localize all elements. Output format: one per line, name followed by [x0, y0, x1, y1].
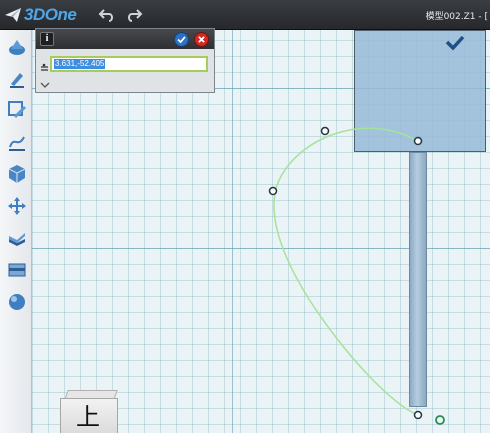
cube-icon[interactable] — [6, 163, 28, 185]
basic-shapes-icon[interactable] — [6, 36, 28, 58]
curve-icon[interactable] — [6, 131, 28, 153]
sphere-icon[interactable] — [6, 291, 28, 313]
curve-control-point[interactable] — [413, 410, 423, 420]
pencil-icon[interactable] — [6, 67, 28, 89]
curve-end-point[interactable] — [435, 415, 445, 425]
undo-icon[interactable] — [98, 6, 116, 24]
left-toolbar — [0, 30, 32, 433]
logo-text: 3DOne — [24, 5, 77, 24]
app-logo: 3DOne — [4, 5, 77, 25]
coordinate-input[interactable]: 3.631,-52.405 — [50, 56, 208, 72]
dialog-header: i — [36, 29, 214, 49]
sketch-edit-icon[interactable] — [6, 99, 28, 121]
combine-icon[interactable] — [6, 227, 28, 249]
logo-plane-icon — [5, 8, 21, 22]
curve-control-point[interactable] — [320, 126, 330, 136]
redo-icon[interactable] — [125, 6, 143, 24]
title-bar: 3DOne 模型002.Z1 - [ — [0, 0, 490, 30]
window-title: 模型002.Z1 - [ — [425, 12, 488, 22]
info-button[interactable]: i — [40, 32, 54, 46]
coordinate-input-dialog: i 3.631,-52.405 — [35, 28, 215, 93]
move-arrows-icon[interactable] — [6, 195, 28, 217]
curve-control-point[interactable] — [413, 136, 423, 146]
panel-icon[interactable] — [6, 259, 28, 281]
collapse-icon[interactable] — [40, 82, 50, 88]
view-cube-label: 上 — [76, 403, 100, 431]
view-cube[interactable]: 上 — [58, 390, 122, 433]
cancel-button[interactable] — [194, 32, 209, 47]
coordinate-input-value[interactable]: 3.631,-52.405 — [54, 59, 106, 69]
point-icon — [41, 63, 48, 71]
curve-control-point[interactable] — [268, 186, 278, 196]
confirm-button[interactable] — [174, 32, 189, 47]
